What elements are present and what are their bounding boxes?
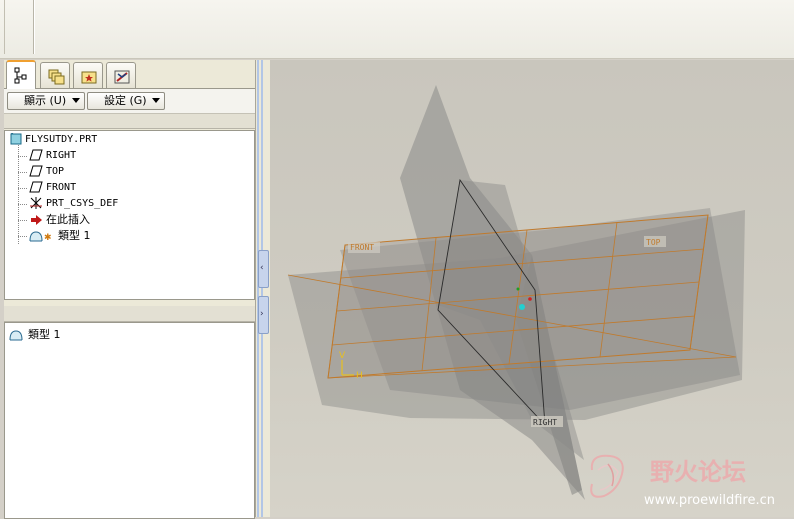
tree-column-header: [4, 114, 255, 129]
front-plane-label: FRONT: [350, 243, 374, 252]
tree-item-label: PRT_CSYS_DEF: [46, 198, 119, 209]
navigator-panel: 顯示 (U) 設定 (G) FLYSUTDY.PRT RIGHT TOP FRO…: [4, 60, 256, 519]
connections-icon: [114, 70, 130, 84]
watermark-graphic: 野火论坛 www.proewildfire.cn: [590, 454, 775, 508]
tree-item-right[interactable]: RIGHT: [29, 148, 76, 164]
tree-item-label: 類型 1: [58, 229, 91, 242]
tree-item-csys[interactable]: PRT_CSYS_DEF: [29, 196, 118, 212]
favorites-tab[interactable]: [73, 62, 103, 88]
tree-item-top[interactable]: TOP: [29, 164, 64, 180]
insert-here-arrow-icon: [31, 215, 42, 225]
connections-tab[interactable]: [106, 62, 136, 88]
tree-connector: [18, 156, 27, 157]
chevron-down-icon: [72, 98, 80, 103]
csys-x-marker: [528, 297, 532, 301]
model-tree-icon: [14, 67, 27, 84]
tree-connector: [18, 145, 19, 244]
v-axis-label: V: [339, 351, 346, 361]
part-icon: [10, 133, 22, 145]
tree-item-label: RIGHT: [46, 150, 77, 161]
main-toolbar: [0, 0, 794, 59]
folder-browser-tab[interactable]: [40, 62, 70, 88]
show-dropdown[interactable]: 顯示 (U): [7, 92, 85, 110]
tree-item-label: TOP: [46, 166, 65, 177]
svg-text:✱: ✱: [44, 233, 52, 243]
list-column-header: [4, 306, 255, 322]
navigator-tabs: [4, 60, 255, 89]
show-dropdown-label: 顯示 (U): [24, 94, 67, 107]
watermark-logo: 野火论坛 www.proewildfire.cn: [582, 450, 792, 514]
tree-connector: [18, 188, 27, 189]
panel-splitter[interactable]: ‹ ›: [256, 60, 270, 517]
csys-origin-marker: [519, 304, 525, 310]
layer-list[interactable]: 類型 1: [4, 322, 255, 519]
datum-plane-icon: [29, 181, 43, 193]
right-plane-label: RIGHT: [533, 418, 557, 427]
favorites-icon: [81, 71, 97, 84]
h-axis-label: H: [356, 371, 363, 381]
chevron-down-icon: [152, 98, 160, 103]
folder-browser-icon: [48, 69, 65, 85]
coordinate-system-icon: [30, 197, 42, 209]
model-tree[interactable]: FLYSUTDY.PRT RIGHT TOP FRONT PRT_CSYS_DE…: [4, 130, 255, 300]
chevron-left-icon: ‹: [260, 263, 264, 273]
tree-root-label: FLYSUTDY.PRT: [25, 134, 98, 145]
graphics-viewport[interactable]: FRONT TOP RIGHT V H 野火论坛 www.proewildfir…: [270, 60, 794, 517]
datum-planes-scene: FRONT TOP RIGHT V H: [287, 85, 745, 500]
tree-item-insert-here[interactable]: 在此插入: [29, 212, 90, 228]
splitter-bar: [261, 60, 263, 517]
datum-plane-icon: [29, 165, 43, 177]
settings-dropdown[interactable]: 設定 (G): [87, 92, 165, 110]
tree-item-feature[interactable]: ✱ 類型 1: [29, 228, 91, 244]
navigator-menubar: 顯示 (U) 設定 (G): [4, 88, 255, 114]
top-plane-label: TOP: [646, 238, 661, 247]
splitter-bar: [257, 60, 259, 517]
tree-connector: [18, 204, 27, 205]
list-item-label: 類型 1: [28, 328, 61, 341]
csys-y-marker: [516, 287, 520, 291]
datum-plane-icon: [29, 149, 43, 161]
surface-feature-icon: [9, 330, 23, 341]
collapse-left-handle[interactable]: ‹: [258, 250, 269, 288]
watermark-title: 野火论坛: [650, 458, 746, 486]
tree-connector: [18, 236, 27, 237]
settings-dropdown-label: 設定 (G): [104, 94, 147, 107]
tree-item-front[interactable]: FRONT: [29, 180, 76, 196]
watermark-url: www.proewildfire.cn: [644, 493, 775, 508]
tree-item-label: FRONT: [46, 182, 77, 193]
toolbar-edge: [4, 0, 5, 54]
list-item[interactable]: 類型 1: [9, 327, 61, 343]
tree-item-label: 在此插入: [46, 213, 90, 226]
tree-root-item[interactable]: FLYSUTDY.PRT: [10, 132, 97, 148]
tree-connector: [18, 220, 27, 221]
surface-feature-icon: ✱: [29, 231, 52, 243]
expand-right-handle[interactable]: ›: [258, 296, 269, 334]
toolbar-separator: [33, 0, 34, 54]
model-tree-tab[interactable]: [6, 60, 36, 89]
tree-connector: [18, 172, 27, 173]
chevron-right-icon: ›: [260, 309, 264, 319]
